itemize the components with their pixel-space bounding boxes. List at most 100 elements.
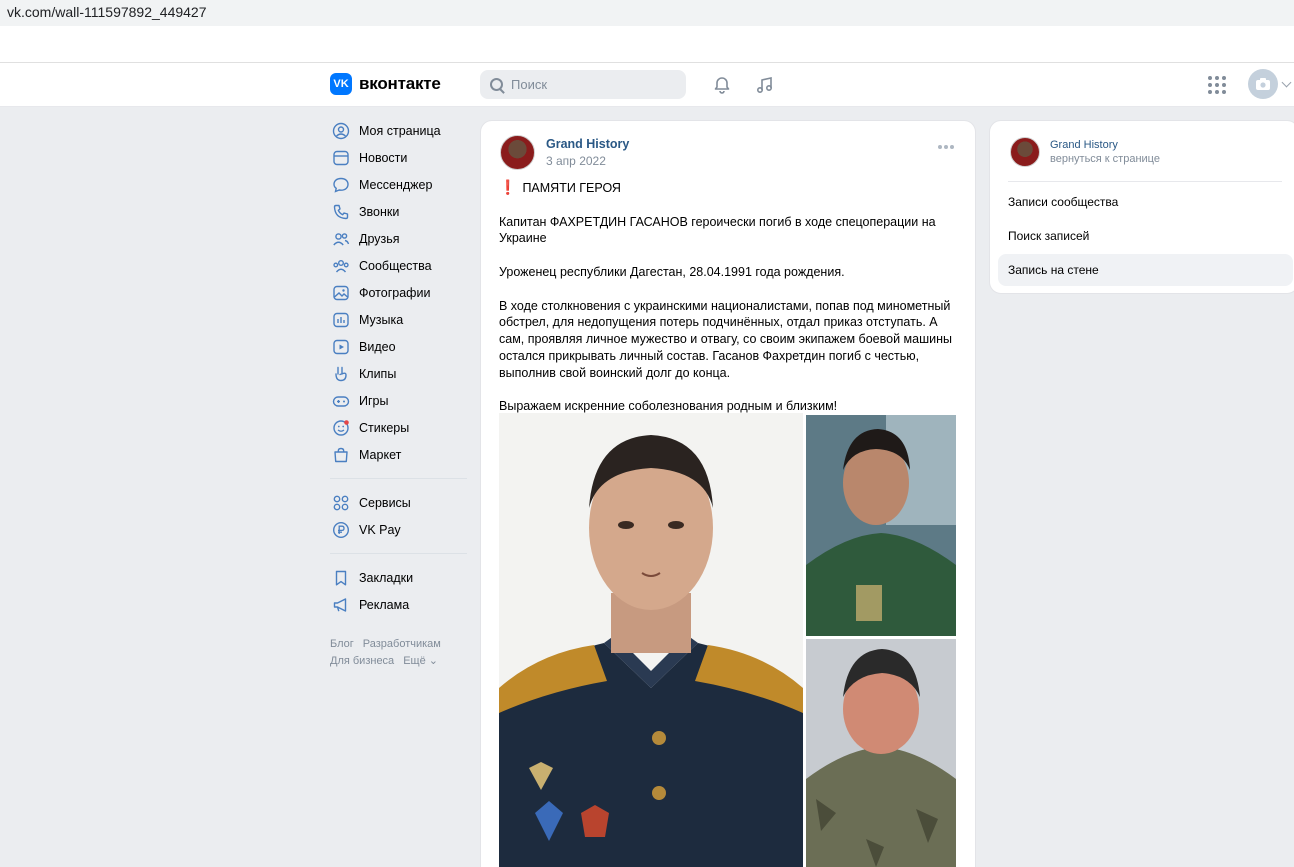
footer-link-blog[interactable]: Блог bbox=[330, 638, 354, 650]
nav-item-label: Моя страница bbox=[359, 123, 441, 138]
communities-icon bbox=[332, 257, 350, 275]
nav-item-label: Сообщества bbox=[359, 258, 432, 273]
chevron-down-icon bbox=[1281, 77, 1292, 87]
chat-icon bbox=[332, 176, 350, 194]
post-paragraph: Капитан ФАХРЕТДИН ГАСАНОВ героически пог… bbox=[499, 214, 936, 246]
nav-item-friends[interactable]: Друзья bbox=[330, 225, 470, 252]
gamepad-icon bbox=[332, 392, 350, 410]
nav-item-label: Стикеры bbox=[359, 420, 410, 435]
nav-item-news[interactable]: Новости bbox=[330, 144, 470, 171]
nav-item-label: Сервисы bbox=[359, 495, 411, 510]
camera-icon bbox=[1248, 69, 1278, 99]
post-heading: ПАМЯТИ ГЕРОЯ bbox=[522, 181, 621, 195]
nav-item-label: Игры bbox=[359, 393, 389, 408]
music-icon bbox=[332, 311, 350, 329]
menu-wall-post[interactable]: Запись на стене bbox=[998, 254, 1293, 286]
profile-menu-button[interactable] bbox=[1248, 69, 1292, 99]
nav-item-label: VK Pay bbox=[359, 522, 401, 537]
nav-footer: Блог Разработчикам Для бизнеса Ещё ⌄ bbox=[330, 636, 470, 670]
nav-item-vkpay[interactable]: VK Pay bbox=[330, 516, 470, 543]
nav-item-label: Мессенджер bbox=[359, 177, 433, 192]
nav-item-clips[interactable]: Клипы bbox=[330, 360, 470, 387]
footer-link-developers[interactable]: Разработчикам bbox=[363, 638, 441, 650]
nav-item-market[interactable]: Маркет bbox=[330, 441, 470, 468]
menu-search-posts[interactable]: Поиск записей bbox=[998, 220, 1293, 252]
back-to-page-link[interactable]: вернуться к странице bbox=[1050, 153, 1160, 165]
nav-item-photo[interactable]: Фотографии bbox=[330, 279, 470, 306]
nav-item-phone[interactable]: Звонки bbox=[330, 198, 470, 225]
nav-item-user[interactable]: Моя страница bbox=[330, 117, 470, 144]
nav-item-music[interactable]: Музыка bbox=[330, 306, 470, 333]
nav-item-video[interactable]: Видео bbox=[330, 333, 470, 360]
post-author-link[interactable]: Grand History bbox=[546, 137, 629, 151]
logo-text: вконтакте bbox=[359, 74, 441, 93]
post-paragraph: Уроженец республики Дагестан, 28.04.1991… bbox=[499, 264, 845, 279]
post-paragraph: В ходе столкновения с украинскими национ… bbox=[499, 298, 952, 380]
left-navigation: Моя страница Новости Мессенджер Звонки Друзь… bbox=[330, 117, 470, 670]
search-icon bbox=[490, 78, 503, 91]
nav-item-label: Музыка bbox=[359, 312, 404, 327]
post-photo-main[interactable] bbox=[499, 413, 803, 867]
panel-divider bbox=[1008, 181, 1282, 182]
more-options-icon[interactable] bbox=[938, 145, 954, 149]
nav-item-label: Звонки bbox=[359, 204, 400, 219]
footer-link-business[interactable]: Для бизнеса bbox=[330, 655, 394, 667]
market-icon bbox=[332, 446, 350, 464]
post-header: Grand History 3 апр 2022 bbox=[500, 135, 629, 170]
author-avatar[interactable] bbox=[500, 135, 535, 170]
community-name[interactable]: Grand History bbox=[1050, 139, 1160, 151]
nav-item-bookmark[interactable]: Закладки bbox=[330, 564, 470, 591]
nav-divider bbox=[330, 553, 467, 554]
clips-icon bbox=[332, 365, 350, 383]
post-photo-field[interactable] bbox=[806, 639, 956, 867]
top-header: VK вконтакте bbox=[0, 63, 1294, 107]
bookmark-icon bbox=[332, 569, 350, 587]
browser-toolbar-strip bbox=[0, 26, 1294, 63]
url-text[interactable]: vk.com/wall-111597892_449427 bbox=[7, 4, 207, 20]
nav-item-label: Реклама bbox=[359, 597, 410, 612]
post-photo-grid bbox=[499, 413, 957, 867]
nav-item-ads[interactable]: Реклама bbox=[330, 591, 470, 618]
nav-item-label: Маркет bbox=[359, 447, 402, 462]
menu-community-posts[interactable]: Записи сообщества bbox=[998, 186, 1293, 218]
news-icon bbox=[332, 149, 350, 167]
music-icon[interactable] bbox=[754, 74, 776, 96]
vkpay-icon bbox=[332, 521, 350, 539]
footer-link-more[interactable]: Ещё ⌄ bbox=[403, 655, 438, 667]
exclamation-icon: ❗ bbox=[499, 179, 517, 195]
nav-item-communities[interactable]: Сообщества bbox=[330, 252, 470, 279]
ads-icon bbox=[332, 596, 350, 614]
wall-post-card: Grand History 3 апр 2022 ❗ ПАМЯТИ ГЕРОЯ К… bbox=[480, 120, 976, 867]
community-avatar bbox=[1010, 137, 1040, 167]
apps-grid-icon[interactable] bbox=[1208, 76, 1226, 94]
nav-item-label: Клипы bbox=[359, 366, 397, 381]
nav-item-label: Фотографии bbox=[359, 285, 431, 300]
nav-item-chat[interactable]: Мессенджер bbox=[330, 171, 470, 198]
vk-logo-icon: VK bbox=[330, 73, 352, 95]
nav-item-services[interactable]: Сервисы bbox=[330, 489, 470, 516]
bell-icon[interactable] bbox=[711, 74, 733, 96]
nav-item-label: Видео bbox=[359, 339, 396, 354]
sticker-icon bbox=[332, 419, 350, 437]
post-date[interactable]: 3 апр 2022 bbox=[546, 154, 629, 168]
community-back-link[interactable]: Grand History вернуться к странице bbox=[1010, 137, 1160, 167]
post-text: ❗ ПАМЯТИ ГЕРОЯ Капитан ФАХРЕТДИН ГАСАНОВ … bbox=[499, 179, 965, 432]
nav-item-label: Закладки bbox=[359, 570, 414, 585]
nav-item-gamepad[interactable]: Игры bbox=[330, 387, 470, 414]
video-icon bbox=[332, 338, 350, 356]
photo-icon bbox=[332, 284, 350, 302]
services-icon bbox=[332, 494, 350, 512]
friends-icon bbox=[332, 230, 350, 248]
nav-item-label: Друзья bbox=[359, 231, 400, 246]
nav-divider bbox=[330, 478, 467, 479]
phone-icon bbox=[332, 203, 350, 221]
nav-item-sticker[interactable]: Стикеры bbox=[330, 414, 470, 441]
browser-address-bar[interactable]: vk.com/wall-111597892_449427 bbox=[0, 0, 1294, 26]
search-box[interactable] bbox=[480, 70, 686, 99]
vk-logo[interactable]: VK вконтакте bbox=[330, 73, 441, 95]
nav-item-label: Новости bbox=[359, 150, 408, 165]
user-icon bbox=[332, 122, 350, 140]
wall-context-panel: Grand History вернуться к странице Запис… bbox=[989, 120, 1294, 294]
search-input[interactable] bbox=[511, 77, 671, 92]
post-photo-car[interactable] bbox=[806, 415, 956, 636]
